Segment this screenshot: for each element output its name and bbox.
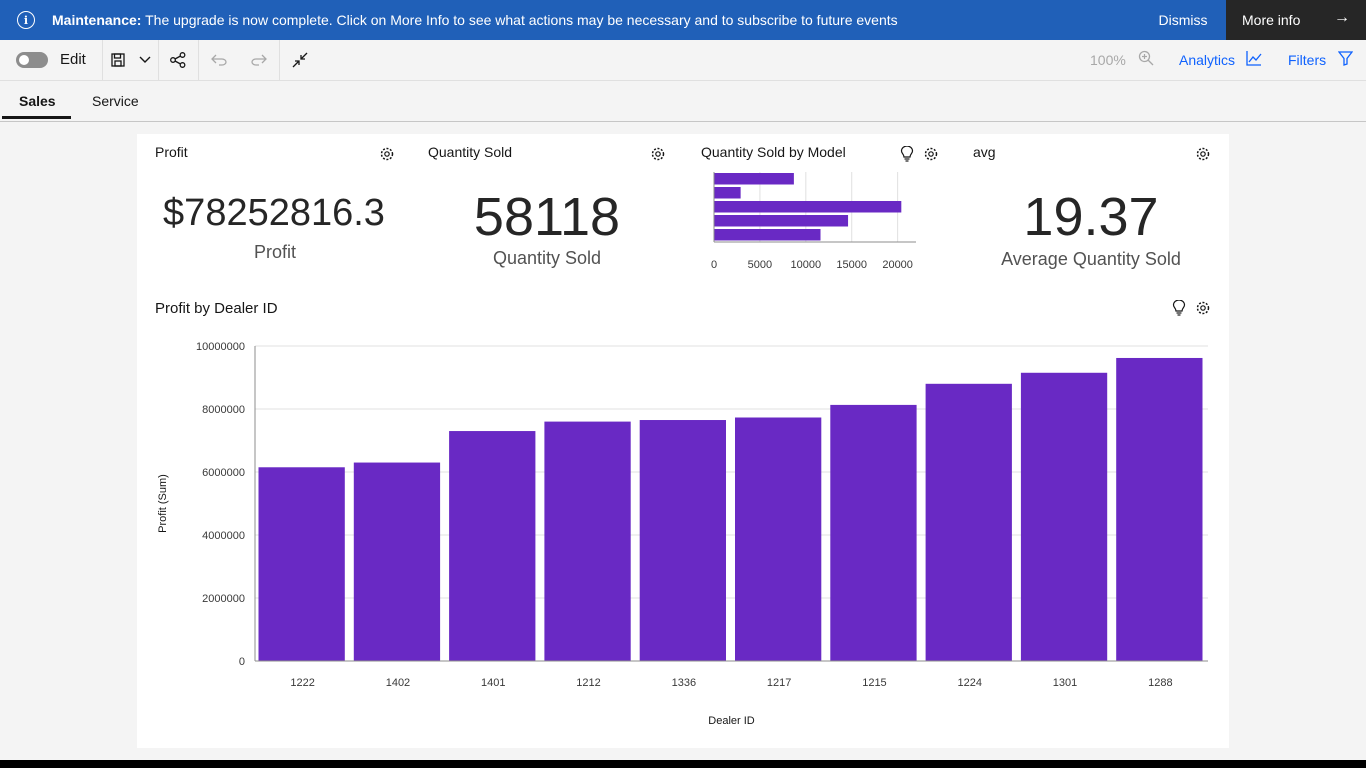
toolbar-divider [198,40,199,80]
settings-icon[interactable] [1195,300,1211,316]
dealer-bar [639,420,726,661]
x-tick-label: 1301 [1053,677,1077,689]
redo-button[interactable] [249,48,269,72]
dealer-bar [258,467,345,661]
avg-widget-title: avg [973,144,996,160]
x-tick-label: 5000 [748,259,772,271]
x-tick-label: 15000 [836,259,867,271]
settings-icon[interactable] [379,146,395,162]
y-tick-label: 0 [239,656,245,668]
quantity-value: 58118 [473,187,621,247]
analytics-icon[interactable] [1246,50,1262,71]
y-tick-label: 4000000 [202,530,245,542]
y-tick-label: 6000000 [202,467,245,479]
model-bar [714,201,902,213]
model-bar [714,229,821,241]
dealer-widget-title: Profit by Dealer ID [155,300,278,317]
x-tick-label: 1212 [576,677,600,689]
x-tick-label: 0 [711,259,717,271]
filter-icon[interactable] [1337,51,1354,71]
banner-title: Maintenance: [52,12,142,28]
y-axis-label: Profit (Sum) [157,474,169,533]
y-tick-label: 10000000 [196,341,245,353]
analytics-button[interactable]: Analytics [1179,52,1235,68]
filters-button[interactable]: Filters [1288,52,1326,68]
dealer-bar [449,431,536,661]
y-tick-label: 2000000 [202,593,245,605]
model-bar-chart: 0 5000 10000 15000 20000 [711,172,916,271]
settings-icon[interactable] [923,146,939,162]
redo-icon [251,54,267,66]
dismiss-button[interactable]: Dismiss [1140,0,1226,40]
zoom-level: 100% [1090,52,1126,68]
undo-icon [211,54,227,66]
dealer-bar [925,383,1012,661]
settings-icon[interactable] [1195,146,1211,162]
share-icon [170,52,186,68]
x-tick-label: 1222 [290,677,314,689]
model-bar [714,215,849,227]
chevron-down-icon [139,56,151,63]
x-axis-label: Dealer ID [708,715,755,727]
profit-widget-title: Profit [155,144,188,160]
dealer-bar-chart: 0 2000000 4000000 6000000 8000000 10000000 122… [157,341,1208,727]
toolbar-divider [158,40,159,80]
info-icon: i [17,11,35,29]
avg-label: Average Quantity Sold [1001,249,1181,269]
x-tick-label: 20000 [882,259,913,271]
profit-label: Profit [253,242,296,262]
dealer-bar [735,417,822,661]
dealer-bar [830,404,917,661]
insights-icon[interactable] [1172,299,1186,316]
dealer-bar [1020,372,1108,661]
edit-label: Edit [60,51,86,68]
minimize-icon [292,52,308,68]
model-widget-title: Quantity Sold by Model [701,144,846,160]
x-tick-label: 1215 [862,677,886,689]
save-menu-button[interactable] [136,48,154,72]
dealer-bar [353,462,441,661]
x-tick-label: 1402 [386,677,410,689]
quantity-label: Quantity Sold [492,248,602,268]
maintenance-banner: i Maintenance: The upgrade is now comple… [0,0,1366,40]
model-bar [714,173,794,185]
edit-toggle[interactable] [16,52,48,68]
insights-icon[interactable] [900,145,914,162]
more-info-button[interactable]: More info → [1226,0,1366,40]
save-button[interactable] [108,48,128,72]
toolbar: Edit 100% Analytics Filters [0,40,1366,81]
dashboard-tabs: Sales Service [0,81,1366,122]
tab-service[interactable]: Service [92,93,139,109]
save-icon [111,53,125,67]
toolbar-divider [279,40,280,80]
y-tick-label: 8000000 [202,404,245,416]
more-info-label: More info [1242,12,1301,28]
x-tick-label: 1336 [672,677,696,689]
x-tick-label: 10000 [791,259,822,271]
zoom-in-icon[interactable] [1138,50,1154,71]
profit-value: $78252816.3 [163,192,385,234]
dealer-bar [1116,357,1203,661]
model-bar [714,187,741,199]
banner-message: Maintenance: The upgrade is now complete… [52,12,898,28]
x-tick-label: 1224 [958,677,982,689]
dealer-bar [544,421,631,661]
share-button[interactable] [168,48,188,72]
x-tick-label: 1288 [1148,677,1172,689]
quantity-widget-title: Quantity Sold [428,144,513,160]
toolbar-divider [102,40,103,80]
banner-text: The upgrade is now complete. Click on Mo… [145,12,898,28]
settings-icon[interactable] [650,146,666,162]
x-tick-label: 1217 [767,677,791,689]
active-tab-indicator [2,116,71,119]
x-tick-label: 1401 [481,677,505,689]
bottom-edge [0,760,1366,768]
undo-button[interactable] [209,48,229,72]
collapse-button[interactable] [290,48,310,72]
tab-sales[interactable]: Sales [19,93,56,109]
avg-value: 19.37 [1023,187,1159,247]
arrow-right-icon: → [1334,9,1350,26]
dashboard-canvas: Profit $78252816.3 Profit Quantity Sold … [137,134,1229,748]
